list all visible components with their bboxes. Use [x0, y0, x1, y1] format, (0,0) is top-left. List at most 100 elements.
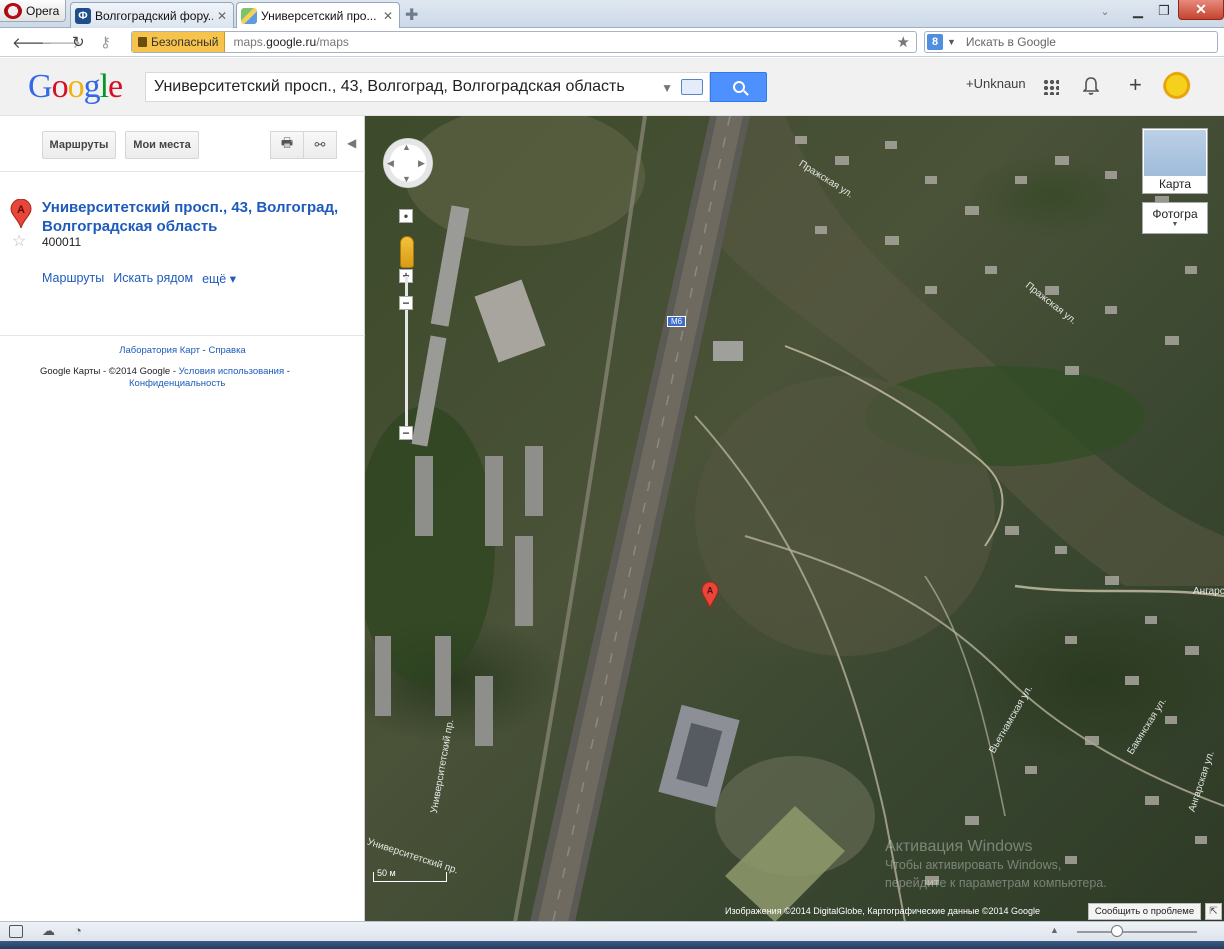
my-places-button[interactable]: Мои места [125, 131, 199, 159]
map-type-label: Фотогра [1152, 207, 1198, 221]
map-type-map-button[interactable]: Карта [1142, 128, 1208, 194]
share-plus-icon[interactable]: + [1129, 72, 1142, 98]
collapse-panel-icon[interactable]: ◀ [347, 136, 356, 150]
restore-icon[interactable]: ❐ [1152, 0, 1176, 22]
google-header: Google Университетский просп., 43, Волго… [0, 58, 1224, 116]
address-field[interactable]: Безопасный maps.google.ru/maps ★ [131, 31, 917, 53]
panel-toggle-icon[interactable] [9, 925, 23, 938]
pan-right-icon[interactable]: ▶ [418, 158, 425, 169]
report-problem-button[interactable]: Сообщить о проблеме [1088, 903, 1201, 920]
url-text: maps.google.ru/maps [233, 35, 349, 49]
more-link[interactable]: ещё ▾ [202, 271, 236, 286]
place-actions: Маршруты Искать рядом ещё ▾ [42, 271, 236, 286]
svg-text:A: A [17, 204, 25, 216]
directions-link[interactable]: Маршруты [42, 271, 104, 286]
maps-lab-link[interactable]: Лаборатория Карт [119, 345, 200, 356]
zoom-thumb[interactable]: − [399, 296, 413, 310]
lock-icon [138, 37, 147, 47]
street-label: Ангарская ул. [1193, 586, 1224, 597]
security-badge[interactable]: Безопасный [132, 32, 226, 52]
bookmark-star-icon[interactable]: ★ [897, 33, 910, 51]
avatar[interactable] [1163, 71, 1197, 103]
privacy-link[interactable]: Конфиденциальность [129, 378, 225, 389]
tab-bar: Opera Ф Волгоградский фору... ✕ Универсе… [0, 0, 1224, 29]
divider [0, 171, 365, 172]
user-profile-link[interactable]: +Unknaun [966, 76, 1026, 91]
zoom-out-button[interactable]: − [399, 426, 413, 440]
map-copyright: Изображения ©2014 DigitalGlobe, Картогра… [725, 906, 1041, 916]
apps-grid-icon[interactable] [1043, 79, 1059, 95]
link-button[interactable]: ⚯ [303, 131, 337, 159]
map-type-label: Карта [1158, 177, 1192, 191]
search-icon [732, 81, 745, 93]
turbo-cloud-icon[interactable]: ☁ [42, 923, 55, 939]
search-query-text: Университетский просп., 43, Волгоград, В… [154, 78, 625, 95]
terms-link[interactable]: Условия использования [179, 366, 284, 377]
tab-maps[interactable]: Универсетский про... ✕ [236, 2, 400, 29]
opera-menu-label: Opera [26, 3, 60, 18]
page-zoom-thumb[interactable] [1111, 925, 1123, 937]
keyboard-icon[interactable] [681, 79, 703, 95]
directions-button[interactable]: Маршруты [42, 131, 116, 159]
opera-menu-button[interactable]: Opera [0, 0, 66, 22]
print-button[interactable]: 🖶 [270, 131, 304, 159]
maps-search-input[interactable]: Университетский просп., 43, Волгоград, В… [145, 72, 710, 102]
expand-icon[interactable]: ⇱ [1205, 903, 1222, 920]
key-icon[interactable]: ⚷ [100, 33, 111, 51]
maps-favicon-icon [241, 8, 257, 24]
pegman-icon[interactable] [400, 236, 414, 268]
dropdown-caret-icon[interactable]: ▼ [661, 81, 673, 95]
link-icon: ⚯ [314, 137, 326, 152]
search-placeholder: Искать в Google [965, 35, 1056, 49]
pan-down-icon[interactable]: ▼ [402, 174, 411, 184]
search-nearby-link[interactable]: Искать рядом [113, 271, 193, 286]
maps-name: Google Карты [40, 366, 101, 377]
search-engine-icon[interactable]: 8 [927, 34, 943, 50]
copyright-text: - ©2014 Google - [100, 366, 179, 377]
notifications-bell-icon[interactable] [1083, 76, 1099, 96]
place-title[interactable]: Университетский просп., 43, Волгоград, В… [42, 198, 354, 236]
close-window-icon[interactable]: ✕ [1178, 0, 1224, 20]
location-marker[interactable]: A [701, 581, 719, 609]
scale-bar: 50 м [373, 868, 453, 898]
pan-up-icon[interactable]: ▲ [402, 142, 411, 152]
windows-taskbar [0, 941, 1224, 949]
windows-watermark: Активация Windows Чтобы активировать Win… [885, 838, 1107, 890]
navigation-bar: 🡐 🡒 ↻ ⚷ Безопасный maps.google.ru/maps ★… [0, 28, 1224, 57]
page-zoom-slider[interactable] [1077, 931, 1197, 933]
postal-code: 400011 [42, 235, 82, 249]
map-thumbnail [1144, 130, 1206, 176]
tab-menu-icon[interactable]: ⌄ [1095, 0, 1115, 22]
left-panel: Маршруты Мои места 🖶 ⚯ ◀ A ☆ Университет… [0, 116, 365, 922]
help-link[interactable]: Справка [208, 345, 245, 356]
pan-left-icon[interactable]: ◀ [387, 158, 394, 169]
new-tab-icon[interactable]: ✚ [405, 5, 418, 25]
search-button[interactable] [710, 72, 767, 102]
marker-a-icon: A [10, 199, 32, 229]
print-icon: 🖶 [280, 135, 294, 150]
footer-links: Лаборатория Карт - Справка [119, 345, 246, 356]
map-canvas[interactable]: M6 Университетский пр. Пражская ул. Праж… [365, 116, 1224, 922]
close-tab-icon[interactable]: ✕ [217, 9, 227, 23]
svg-text:A: A [707, 586, 714, 596]
reset-view-button[interactable]: • [399, 209, 413, 223]
divider [0, 335, 365, 336]
tab-forum[interactable]: Ф Волгоградский фору... ✕ [70, 2, 234, 28]
highway-shield: M6 [667, 316, 687, 327]
footer-legal: Google Карты - ©2014 Google - Условия ис… [40, 366, 290, 389]
speed-dial-icon[interactable]: ◔ [74, 923, 82, 938]
chevron-down-icon[interactable]: ▼ [1143, 221, 1207, 228]
status-bar: ☁ ◔ ▲ [0, 921, 1224, 941]
close-tab-icon[interactable]: ✕ [383, 9, 393, 23]
zoom-menu-icon[interactable]: ▲ [1050, 925, 1059, 935]
reload-icon[interactable]: ↻ [72, 33, 85, 51]
save-star-icon[interactable]: ☆ [12, 231, 26, 251]
engine-dropdown-icon[interactable]: ▼ [947, 37, 956, 47]
map-type-photo-button[interactable]: Фотогра ▼ [1142, 202, 1208, 234]
google-logo[interactable]: Google [28, 68, 123, 106]
tab-label: Волгоградский фору... [95, 8, 213, 23]
tab-label: Универсетский про... [261, 9, 377, 23]
minimize-icon[interactable]: ▁ [1128, 0, 1148, 22]
browser-search-field[interactable]: 8 ▼ Искать в Google [924, 31, 1218, 53]
opera-logo-icon [4, 2, 22, 19]
